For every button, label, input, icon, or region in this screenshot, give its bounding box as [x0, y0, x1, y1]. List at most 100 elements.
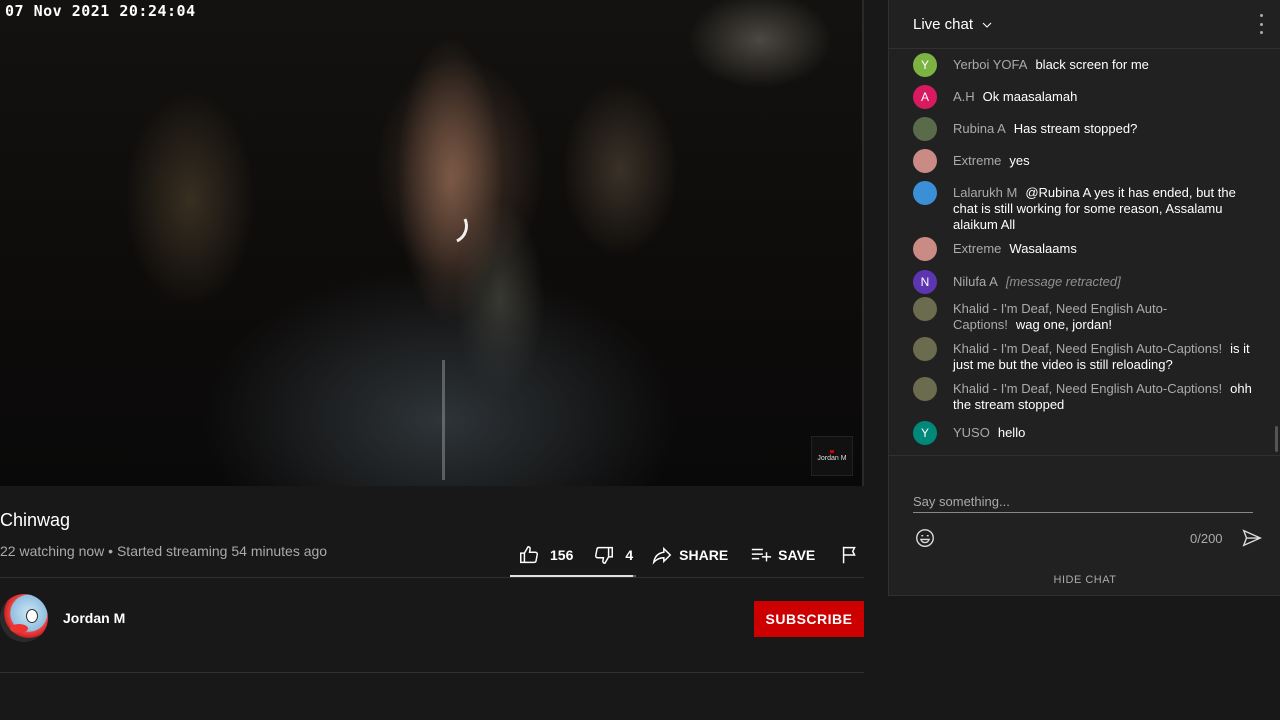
- chat-message[interactable]: Khalid - I'm Deaf, Need English Auto-Cap…: [913, 377, 1253, 413]
- author-avatar[interactable]: [913, 377, 937, 401]
- message-content: Khalid - I'm Deaf, Need English Auto-Cap…: [953, 377, 1253, 413]
- like-count: 156: [550, 547, 574, 563]
- video-timestamp-overlay: 07 Nov 2021 20:24:04: [5, 2, 196, 20]
- author-avatar[interactable]: [913, 297, 937, 321]
- share-icon: [652, 546, 672, 565]
- author-name[interactable]: Nilufa A: [953, 274, 998, 289]
- message-content: YUSO hello: [953, 421, 1253, 441]
- chat-message[interactable]: A A.H Ok maasalamah: [913, 85, 1253, 109]
- channel-watermark[interactable]: Jordan M: [811, 436, 853, 476]
- loading-spinner-icon: [426, 202, 474, 250]
- author-name[interactable]: A.H: [953, 89, 975, 104]
- chat-message-list[interactable]: Y Yerboi YOFA black screen for me A A.H Ok ma…: [889, 49, 1280, 455]
- channel-row: Jordan M: [0, 594, 125, 642]
- hide-chat-button[interactable]: HIDE CHAT: [889, 574, 1280, 586]
- live-chat-panel: Live chat Y Yerboi YOFA black screen for m…: [888, 0, 1280, 596]
- chat-message[interactable]: Khalid - I'm Deaf, Need English Auto-Cap…: [913, 297, 1253, 333]
- share-button[interactable]: SHARE: [651, 544, 728, 566]
- message-text: black screen for me: [1035, 57, 1149, 72]
- save-label: SAVE: [778, 547, 816, 563]
- author-avatar[interactable]: A: [913, 85, 937, 109]
- flag-icon: [843, 546, 857, 564]
- author-avatar[interactable]: [913, 337, 937, 361]
- message-content: Nilufa A [message retracted]: [953, 270, 1253, 290]
- avatar-detail: [26, 609, 38, 623]
- author-avatar[interactable]: N: [913, 270, 937, 294]
- channel-name[interactable]: Jordan M: [63, 610, 125, 626]
- dislike-count: 4: [625, 547, 634, 563]
- divider: [0, 577, 864, 578]
- message-content: Extreme yes: [953, 149, 1253, 169]
- message-text: hello: [997, 425, 1026, 440]
- chat-input-area: 0/200 HIDE CHAT: [889, 455, 1280, 596]
- like-button[interactable]: 156: [518, 544, 573, 566]
- thumbs-up-icon: [520, 546, 538, 564]
- emoji-button[interactable]: [914, 527, 936, 549]
- author-name[interactable]: Extreme: [953, 153, 1001, 168]
- message-content: Yerboi YOFA black screen for me: [953, 53, 1253, 73]
- thumbs-down-icon: [595, 546, 614, 564]
- watermark-logo-icon: [830, 450, 834, 453]
- share-label: SHARE: [679, 547, 729, 563]
- divider: [862, 0, 864, 486]
- report-button[interactable]: [839, 544, 861, 566]
- chat-mode-dropdown[interactable]: Live chat: [913, 16, 995, 33]
- author-name[interactable]: Yerboi YOFA: [953, 57, 1027, 72]
- chat-message[interactable]: N Nilufa A [message retracted]: [913, 270, 1253, 294]
- emoji-icon: [916, 529, 934, 547]
- video-meta: 22 watching now • Started streaming 54 m…: [0, 543, 328, 559]
- chat-message[interactable]: Rubina A Has stream stopped?: [913, 117, 1253, 141]
- message-content: Khalid - I'm Deaf, Need English Auto-Cap…: [953, 337, 1253, 373]
- message-text: [message retracted]: [1005, 274, 1121, 289]
- chat-scrollbar[interactable]: [1275, 426, 1278, 452]
- author-avatar[interactable]: [913, 149, 937, 173]
- action-bar: 156 4 SHARE SAVE: [510, 540, 861, 570]
- author-name[interactable]: Khalid - I'm Deaf, Need English Auto-Cap…: [953, 341, 1222, 356]
- chat-message[interactable]: Khalid - I'm Deaf, Need English Auto-Cap…: [913, 337, 1253, 373]
- dislike-button[interactable]: 4: [593, 544, 633, 566]
- chat-message[interactable]: Extreme yes: [913, 149, 1253, 173]
- subscribe-button[interactable]: SUBSCRIBE: [754, 601, 864, 637]
- message-content: Khalid - I'm Deaf, Need English Auto-Cap…: [953, 297, 1253, 333]
- playlist-add-icon: [752, 548, 772, 562]
- chat-message-input[interactable]: [913, 490, 1253, 513]
- author-name[interactable]: Extreme: [953, 241, 1001, 256]
- message-text: yes: [1009, 153, 1030, 168]
- chat-message[interactable]: Lalarukh M @Rubina A yes it has ended, bu…: [913, 181, 1253, 233]
- message-text: Has stream stopped?: [1013, 121, 1138, 136]
- author-avatar[interactable]: [913, 237, 937, 261]
- watermark-label: Jordan M: [817, 455, 847, 462]
- author-avatar[interactable]: [913, 117, 937, 141]
- chat-message[interactable]: Extreme Wasalaams: [913, 237, 1253, 261]
- message-text: Ok maasalamah: [982, 89, 1078, 104]
- avatar-detail: [10, 624, 28, 633]
- divider: [0, 672, 864, 673]
- video-player[interactable]: 07 Nov 2021 20:24:04 Jordan M: [0, 0, 862, 486]
- message-content: Lalarukh M @Rubina A yes it has ended, bu…: [953, 181, 1253, 233]
- character-counter: 0/200: [1190, 531, 1223, 546]
- author-name[interactable]: Khalid - I'm Deaf, Need English Auto-Cap…: [953, 381, 1222, 396]
- channel-avatar[interactable]: [0, 594, 48, 642]
- author-name[interactable]: Lalarukh M: [953, 185, 1017, 200]
- chat-message[interactable]: Y Yerboi YOFA black screen for me: [913, 53, 1253, 77]
- author-avatar[interactable]: Y: [913, 421, 937, 445]
- video-title: Chinwag: [0, 510, 71, 530]
- chevron-down-icon: [982, 22, 992, 28]
- save-button[interactable]: SAVE: [750, 544, 815, 566]
- chat-header: Live chat: [889, 0, 1280, 49]
- author-avatar[interactable]: [913, 181, 937, 205]
- message-text: Wasalaams: [1009, 241, 1077, 256]
- message-text: wag one, jordan!: [1015, 317, 1113, 332]
- message-content: Rubina A Has stream stopped?: [953, 117, 1253, 137]
- more-options-icon[interactable]: [1253, 14, 1269, 34]
- video-frame-detail: [442, 360, 445, 480]
- send-icon: [1242, 529, 1262, 547]
- author-name[interactable]: YUSO: [953, 425, 990, 440]
- chat-message[interactable]: Y YUSO hello: [913, 421, 1253, 445]
- send-button[interactable]: [1241, 527, 1263, 549]
- author-avatar[interactable]: Y: [913, 53, 937, 77]
- message-content: A.H Ok maasalamah: [953, 85, 1253, 105]
- message-content: Extreme Wasalaams: [953, 237, 1253, 257]
- author-name[interactable]: Rubina A: [953, 121, 1006, 136]
- chat-title: Live chat: [913, 16, 974, 33]
